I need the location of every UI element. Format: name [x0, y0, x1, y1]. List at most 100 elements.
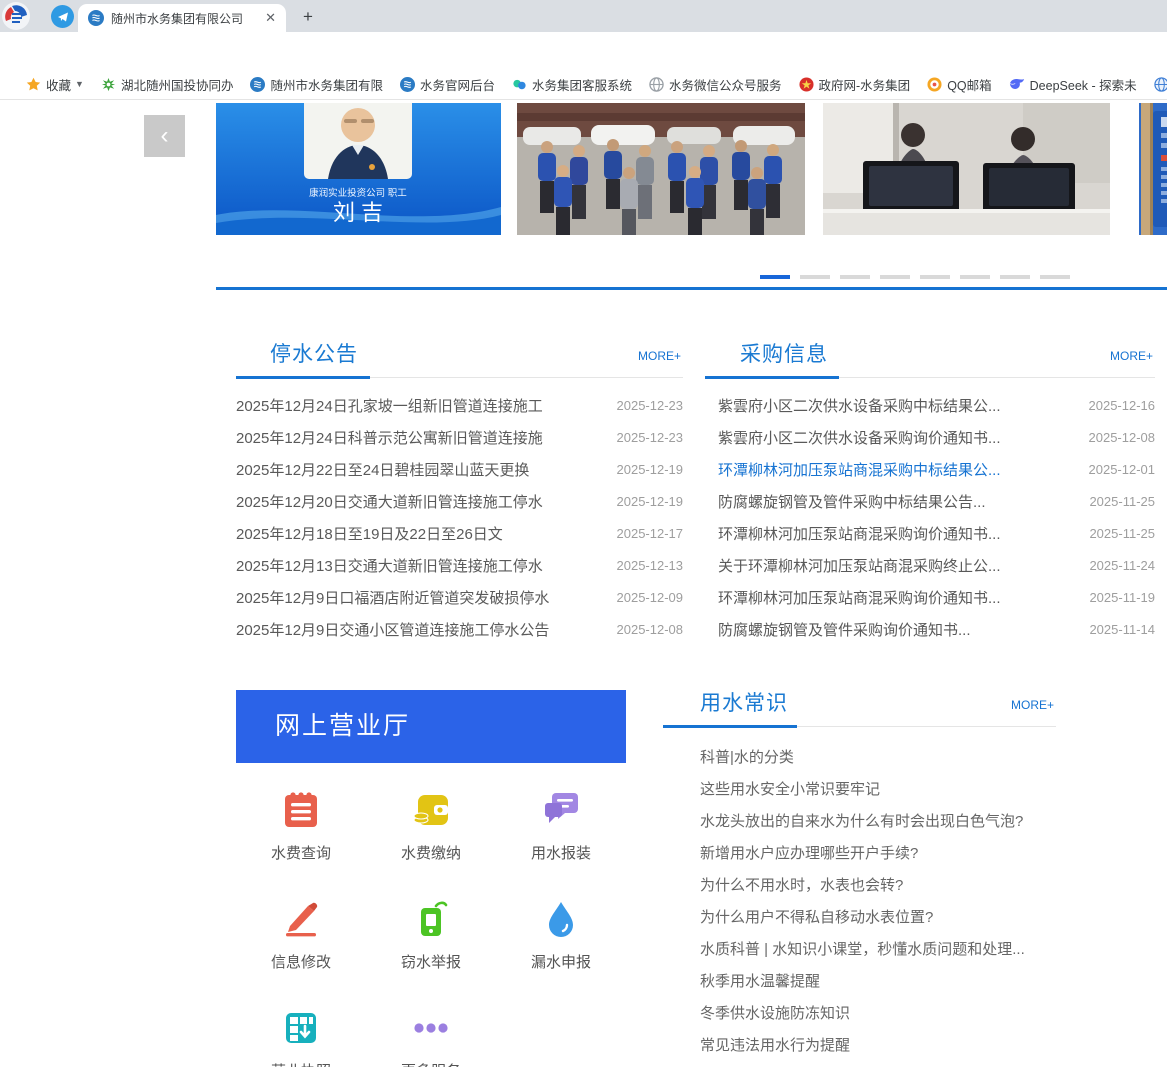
list-item[interactable]: 科普|水的分类 — [700, 740, 1056, 772]
procurement-section-header: 采购信息 MORE+ — [705, 338, 1155, 378]
carousel-slide-employee-card[interactable]: 康润实业投资公司 职工 刘 吉 — [216, 103, 501, 235]
list-item[interactable]: 2025年12月22日至24日碧桂园翠山蓝天更换2025-12-19 — [236, 453, 683, 485]
new-tab-button[interactable]: + — [298, 7, 318, 27]
list-item[interactable]: 为什么用户不得私自移动水表位置? — [700, 900, 1056, 932]
list-item[interactable]: 新增用水户应办理哪些开户手续? — [700, 836, 1056, 868]
more-dots-icon — [408, 1005, 454, 1051]
knowledge-section-header: 用水常识 MORE+ — [663, 687, 1056, 727]
service-label: 更多服务 — [401, 1060, 461, 1067]
chevron-down-icon: ▼ — [75, 79, 84, 89]
list-item[interactable]: 防腐螺旋钢管及管件采购中标结果公告...2025-11-25 — [718, 485, 1155, 517]
knowledge-more-link[interactable]: MORE+ — [1011, 698, 1054, 712]
carousel-slide-group-photo[interactable] — [517, 103, 805, 235]
service-label: 用水报装 — [531, 842, 591, 863]
bookmark-favorites[interactable]: 收藏 ▼ — [26, 75, 84, 94]
list-item[interactable]: 冬季供水设施防冻知识 — [700, 996, 1056, 1028]
list-item[interactable]: 环潭柳林河加压泵站商混采购询价通知书...2025-11-25 — [718, 517, 1155, 549]
procurement-section-title: 采购信息 — [740, 338, 828, 368]
list-item[interactable]: 2025年12月9日口福酒店附近管道突发破损停水2025-12-09 — [236, 581, 683, 613]
service-label: 营业执照 — [271, 1060, 331, 1067]
list-item[interactable]: 2025年12月24日科普示范公寓新旧管道连接施2025-12-23 — [236, 421, 683, 453]
active-tab[interactable]: 随州市水务集团有限公司 ✕ — [78, 4, 286, 32]
procurement-list: 紫雲府小区二次供水设备采购中标结果公...2025-12-16 紫雲府小区二次供… — [705, 389, 1155, 645]
service-theft-report[interactable]: 窃水举报 — [366, 882, 496, 991]
deepseek-whale-icon — [1009, 77, 1025, 92]
browser-window: 随州市水务集团有限公司 ✕ + AI szcswater.com — [0, 0, 1167, 1067]
list-item[interactable]: 这些用水安全小常识要牢记 — [700, 772, 1056, 804]
service-leak-report[interactable]: 漏水申报 — [496, 882, 626, 991]
knowledge-section: 用水常识 MORE+ 科普|水的分类 这些用水安全小常识要牢记 水龙头放出的自来… — [663, 687, 1056, 1060]
bookmark-item[interactable]: 水务官网后台 — [400, 75, 495, 94]
bookmark-item[interactable]: 水务集团客服系统 — [512, 75, 632, 94]
globe-blue-icon — [1154, 77, 1167, 92]
star-icon — [26, 77, 41, 92]
service-water-installation[interactable]: 用水报装 — [496, 773, 626, 882]
service-more[interactable]: 更多服务 — [366, 991, 496, 1067]
pager-dash[interactable] — [960, 275, 990, 279]
tab-title: 随州市水务集团有限公司 — [111, 10, 258, 27]
telegram-icon — [57, 11, 69, 23]
list-item[interactable]: 秋季用水温馨提醒 — [700, 964, 1056, 996]
green-flower-icon — [101, 77, 116, 92]
procurement-section: 采购信息 MORE+ 紫雲府小区二次供水设备采购中标结果公...2025-12-… — [705, 338, 1155, 645]
pager-dash[interactable] — [1000, 275, 1030, 279]
pager-dash[interactable] — [840, 275, 870, 279]
outage-list: 2025年12月24日孔家坡一组新旧管道连接施工2025-12-23 2025年… — [236, 389, 683, 645]
online-hall-title: 网上营业厅 — [275, 712, 410, 740]
service-info-edit[interactable]: 信息修改 — [236, 882, 366, 991]
list-item[interactable]: 为什么不用水时，水表也会转? — [700, 868, 1056, 900]
bookmark-item[interactable]: 水务微信公众号服务 — [649, 75, 782, 94]
tab-bar: 随州市水务集团有限公司 ✕ + — [0, 0, 1167, 32]
list-item[interactable]: 关于环潭柳林河加压泵站商混采购终止公...2025-11-24 — [718, 549, 1155, 581]
bookmark-item[interactable]: DeepSeek - 探索未 — [1009, 75, 1137, 94]
list-item[interactable]: 2025年12月18日至19日及22日至26日文2025-12-17 — [236, 517, 683, 549]
pencil-edit-icon — [278, 896, 324, 942]
list-item[interactable]: 2025年12月24日孔家坡一组新旧管道连接施工2025-12-23 — [236, 389, 683, 421]
water-logo-icon — [400, 77, 415, 92]
list-item[interactable]: 常见违法用水行为提醒 — [700, 1028, 1056, 1060]
service-label: 信息修改 — [271, 951, 331, 972]
knowledge-list: 科普|水的分类 这些用水安全小常识要牢记 水龙头放出的自来水为什么有时会出现白色… — [663, 740, 1056, 1060]
carousel-slide-office-photo[interactable] — [823, 103, 1110, 235]
pager-dash[interactable] — [760, 275, 790, 279]
pinned-tab-telegram[interactable] — [51, 5, 74, 28]
online-hall-banner[interactable]: 网上营业厅 — [236, 690, 626, 763]
list-item[interactable]: 2025年12月9日交通小区管道连接施工停水公告2025-12-08 — [236, 613, 683, 645]
outage-more-link[interactable]: MORE+ — [638, 349, 681, 363]
list-item[interactable]: 水龙头放出的自来水为什么有时会出现白色气泡? — [700, 804, 1056, 836]
service-business-license[interactable]: 营业执照 — [236, 991, 366, 1067]
bookmark-item[interactable]: 政府网-水务集团 — [799, 75, 911, 94]
bookmark-item[interactable]: 政策法 — [1154, 75, 1167, 94]
carousel-slide-poster[interactable] — [1139, 103, 1167, 235]
list-item[interactable]: 防腐螺旋钢管及管件采购询价通知书...2025-11-14 — [718, 613, 1155, 645]
navigation-bar: AI szcswater.com — [0, 32, 1167, 70]
bookmark-item[interactable]: 湖北随州国投协同办 — [101, 75, 234, 94]
bookmark-item[interactable]: QQ邮箱 — [927, 75, 991, 94]
pager-dash[interactable] — [1040, 275, 1070, 279]
pager-dash[interactable] — [800, 275, 830, 279]
carousel-pagination — [760, 275, 1070, 279]
tab-close-icon[interactable]: ✕ — [265, 10, 276, 26]
service-water-fee-query[interactable]: 水费查询 — [236, 773, 366, 882]
procurement-more-link[interactable]: MORE+ — [1110, 349, 1153, 363]
outage-section-title: 停水公告 — [270, 338, 358, 368]
procurement-title-underline — [705, 376, 839, 379]
list-item[interactable]: 2025年12月13日交通大道新旧管连接施工停水2025-12-13 — [236, 549, 683, 581]
pager-dash[interactable] — [880, 275, 910, 279]
service-label: 水费缴纳 — [401, 842, 461, 863]
list-item[interactable]: 2025年12月20日交通大道新旧管连接施工停水2025-12-19 — [236, 485, 683, 517]
outage-section: 停水公告 MORE+ 2025年12月24日孔家坡一组新旧管道连接施工2025-… — [236, 338, 683, 645]
carousel-prev-button[interactable]: ‹ — [144, 115, 185, 157]
list-item[interactable]: 环潭柳林河加压泵站商混采购询价通知书...2025-11-19 — [718, 581, 1155, 613]
list-item[interactable]: 紫雲府小区二次供水设备采购中标结果公...2025-12-16 — [718, 389, 1155, 421]
bookmark-item[interactable]: 随州市水务集团有限 — [250, 75, 383, 94]
list-item-highlighted[interactable]: 环潭柳林河加压泵站商混采购中标结果公...2025-12-01 — [718, 453, 1155, 485]
pager-dash[interactable] — [920, 275, 950, 279]
browser-profile-logo-icon[interactable] — [2, 2, 30, 30]
list-item[interactable]: 紫雲府小区二次供水设备采购询价通知书...2025-12-08 — [718, 421, 1155, 453]
service-water-fee-payment[interactable]: 水费缴纳 — [366, 773, 496, 882]
service-label: 漏水申报 — [531, 951, 591, 972]
water-logo-icon — [250, 77, 265, 92]
wallet-icon — [408, 787, 454, 833]
list-item[interactable]: 水质科普 | 水知识小课堂，秒懂水质问题和处理... — [700, 932, 1056, 964]
